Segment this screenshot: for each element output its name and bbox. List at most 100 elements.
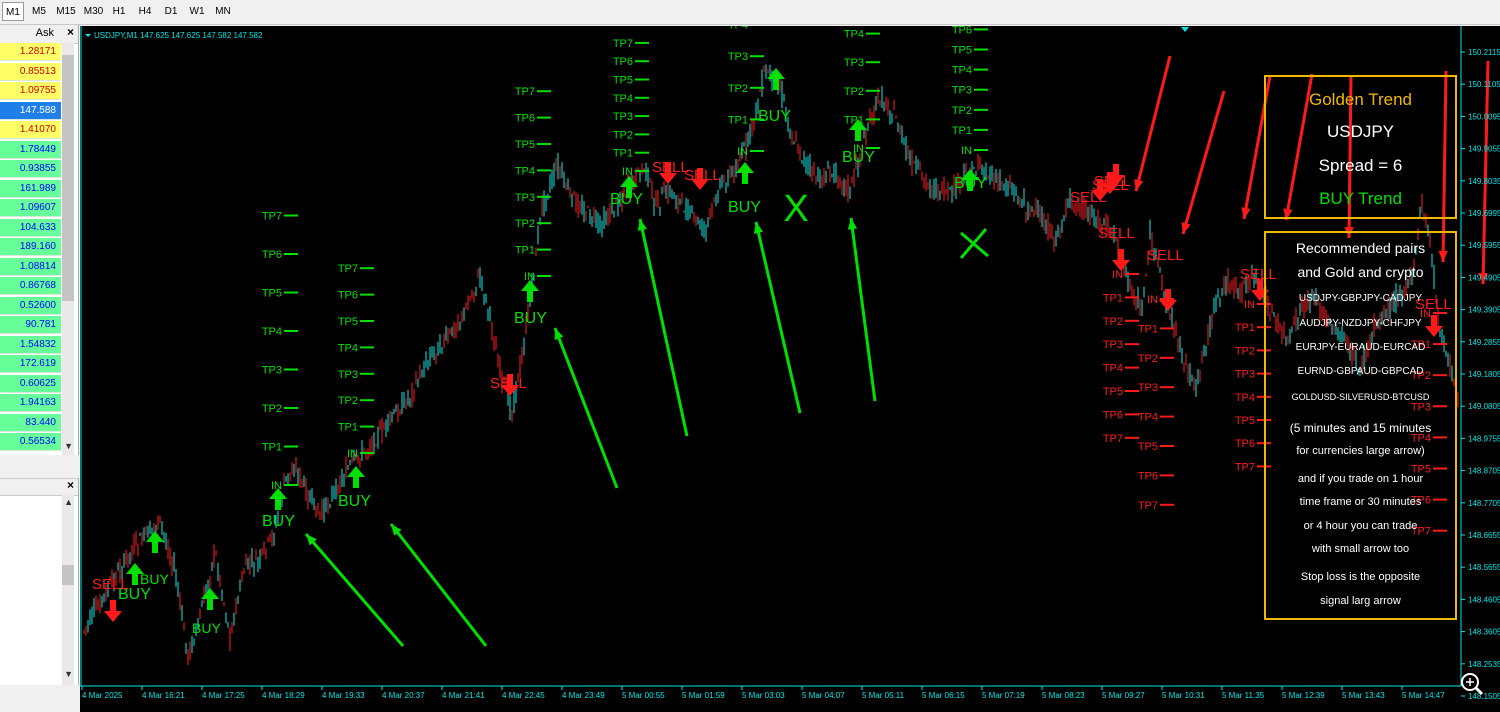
tp-label: TP7 bbox=[1235, 461, 1255, 473]
tp-label: TP6 bbox=[262, 249, 282, 261]
price-label: 149.9055 bbox=[1468, 145, 1500, 154]
timeframe-h4-button[interactable]: H4 bbox=[134, 2, 156, 21]
tp-label: TP4 bbox=[262, 326, 282, 338]
scroll-down-icon[interactable]: ▼ bbox=[64, 669, 73, 679]
timeframe-m30-button[interactable]: M30 bbox=[82, 2, 105, 21]
time-label: 5 Mar 00:55 bbox=[622, 691, 665, 700]
quote-row[interactable]: 1.28171 bbox=[0, 43, 61, 61]
price-label: 149.0805 bbox=[1468, 402, 1500, 411]
tp-label: TP3 bbox=[844, 57, 864, 69]
sell-signal-label: SELL bbox=[490, 375, 527, 392]
quote-row[interactable]: 1.09607 bbox=[0, 199, 61, 217]
quote-row[interactable]: 161.989 bbox=[0, 179, 61, 198]
quote-row[interactable]: 189.160 bbox=[0, 238, 61, 256]
time-label: 5 Mar 08:23 bbox=[1042, 691, 1085, 700]
price-label: 149.2855 bbox=[1468, 338, 1500, 347]
recommend-line: USDJPY-GBPJPY-CADJPY bbox=[1298, 293, 1423, 304]
recommend-line: GOLDUSD-SILVERUSD-BTCUSD bbox=[1291, 392, 1430, 402]
tp-label: TP4 bbox=[613, 93, 633, 105]
close-icon[interactable]: × bbox=[67, 25, 74, 39]
tp-label: TP3 bbox=[515, 192, 535, 204]
quote-row[interactable]: 1.41070 bbox=[0, 121, 61, 139]
price-label: 149.1805 bbox=[1468, 370, 1500, 379]
price-label: 149.3905 bbox=[1468, 306, 1500, 315]
quote-row[interactable]: 0.93855 bbox=[0, 160, 61, 178]
recommend-line: time frame or 30 minutes bbox=[1299, 496, 1422, 508]
time-label: 5 Mar 05:11 bbox=[862, 691, 905, 700]
navigator-scroll-thumb[interactable] bbox=[62, 565, 74, 585]
quote-row[interactable]: 0.86768 bbox=[0, 277, 61, 295]
recommend-line: for currencies large arrow) bbox=[1296, 445, 1425, 457]
time-label: 5 Mar 03:03 bbox=[742, 691, 785, 700]
sell-signal-label: SELL bbox=[92, 576, 129, 593]
tp-label: TP7 bbox=[1138, 500, 1158, 512]
close-icon[interactable]: × bbox=[67, 478, 74, 492]
timeframe-mn-button[interactable]: MN bbox=[212, 2, 234, 21]
quote-row[interactable]: 0.85513 bbox=[0, 62, 61, 81]
price-label: 150.2115 bbox=[1468, 48, 1500, 57]
golden-trend-panel: Golden Trend USDJPY Spread = 6 BUY Trend bbox=[1264, 75, 1457, 219]
recommend-line: Stop loss is the opposite bbox=[1300, 571, 1421, 583]
recommend-line: with small arrow too bbox=[1311, 543, 1410, 555]
quote-row[interactable]: 0.56534 bbox=[0, 433, 61, 451]
tp-label: TP6 bbox=[1138, 470, 1158, 482]
time-label: 4 Mar 22:45 bbox=[502, 691, 545, 700]
quote-row[interactable]: 104.633 bbox=[0, 218, 61, 237]
tp-label: TP1 bbox=[515, 245, 535, 257]
time-label: 4 Mar 18:29 bbox=[262, 691, 305, 700]
tp-label: TP3 bbox=[338, 369, 358, 381]
panel-spread: Spread = 6 bbox=[1318, 156, 1403, 175]
tp-label: TP2 bbox=[338, 395, 358, 407]
tp-label: TP4 bbox=[1235, 392, 1255, 404]
price-label: 150.1105 bbox=[1468, 80, 1500, 89]
entry-label: IN bbox=[737, 146, 748, 158]
navigator-scrollbar[interactable] bbox=[62, 495, 74, 685]
tp-label: TP7 bbox=[613, 38, 633, 50]
entry-label: IN bbox=[961, 145, 972, 157]
time-label: 4 Mar 19:33 bbox=[322, 691, 365, 700]
timeframe-d1-button[interactable]: D1 bbox=[160, 2, 182, 21]
quote-row[interactable]: 147.588 bbox=[0, 101, 61, 120]
quote-row[interactable]: 1.08814 bbox=[0, 257, 61, 276]
quote-row[interactable]: 0.60625 bbox=[0, 374, 61, 393]
timeframe-h1-button[interactable]: H1 bbox=[109, 2, 129, 21]
market-watch-scroll-thumb[interactable] bbox=[62, 55, 74, 301]
tp-label: TP3 bbox=[1103, 339, 1123, 351]
quote-row[interactable]: 172.619 bbox=[0, 355, 61, 373]
panel-symbol: USDJPY bbox=[1326, 122, 1395, 141]
panel-trend: BUY Trend bbox=[1319, 189, 1402, 208]
chart-title: USDJPY,M1 147.625 147.625 147.582 147.58… bbox=[94, 31, 263, 40]
tp-label: TP2 bbox=[952, 105, 972, 117]
tp-label: TP3 bbox=[1138, 382, 1158, 394]
timeframe-m15-button[interactable]: M15 bbox=[54, 2, 78, 21]
tp-label: TP5 bbox=[338, 316, 358, 328]
navigator-panel: × ▲ ▼ bbox=[0, 478, 79, 685]
quote-row[interactable]: 1.78449 bbox=[0, 140, 61, 159]
recommend-line: (5 minutes and 15 minutes bbox=[1289, 421, 1432, 435]
scroll-up-icon[interactable]: ▲ bbox=[64, 497, 73, 507]
quote-row[interactable]: 90.781 bbox=[0, 316, 61, 334]
quote-row[interactable]: 1.94163 bbox=[0, 394, 61, 412]
time-label: 5 Mar 14:47 bbox=[1402, 691, 1445, 700]
time-label: 5 Mar 06:15 bbox=[922, 691, 965, 700]
quote-row[interactable]: 0.52600 bbox=[0, 296, 61, 315]
tp-label: TP1 bbox=[338, 422, 358, 434]
timeframe-m1-button[interactable]: M1 bbox=[2, 2, 24, 21]
tp-label: TP3 bbox=[952, 85, 972, 97]
tp-label: TP2 bbox=[613, 129, 633, 141]
recommendation-panel: Recommended pairs and Gold and crypto US… bbox=[1264, 231, 1457, 620]
quote-row[interactable]: 83.440 bbox=[0, 413, 61, 432]
tp-label: TP7 bbox=[262, 211, 282, 223]
sell-signal-label: SELL bbox=[684, 167, 721, 184]
tp-label: TP7 bbox=[338, 263, 358, 275]
quote-row[interactable]: 1.54832 bbox=[0, 335, 61, 354]
timeframe-w1-button[interactable]: W1 bbox=[186, 2, 208, 21]
ask-column-header[interactable]: Ask bbox=[36, 27, 54, 39]
tp-label: TP6 bbox=[613, 56, 633, 68]
scroll-down-icon[interactable]: ▼ bbox=[64, 441, 73, 451]
time-label: 4 Mar 17:25 bbox=[202, 691, 245, 700]
timeframe-m5-button[interactable]: M5 bbox=[28, 2, 50, 21]
tp-label: TP7 bbox=[515, 86, 535, 98]
quote-row[interactable]: 1.09755 bbox=[0, 82, 61, 100]
time-label: 4 Mar 16:21 bbox=[142, 691, 185, 700]
